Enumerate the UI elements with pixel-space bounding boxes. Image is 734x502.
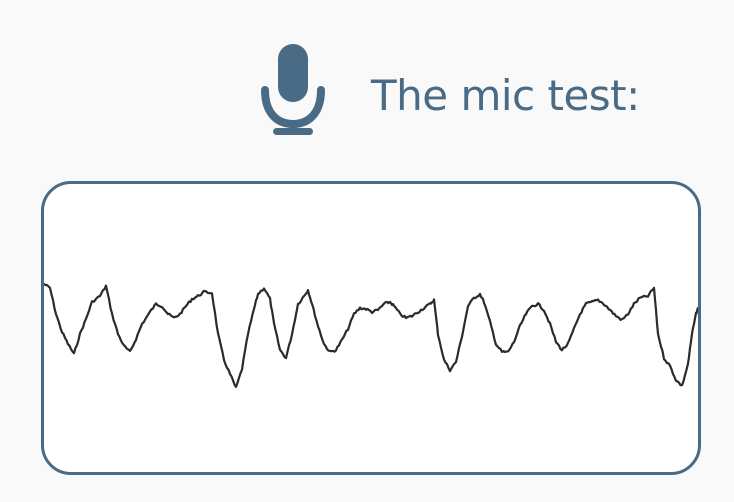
microphone-icon — [261, 44, 325, 135]
waveform-panel — [41, 181, 701, 475]
audio-waveform — [44, 282, 698, 388]
waveform-line — [44, 282, 698, 388]
page-title: The mic test: — [371, 71, 640, 120]
